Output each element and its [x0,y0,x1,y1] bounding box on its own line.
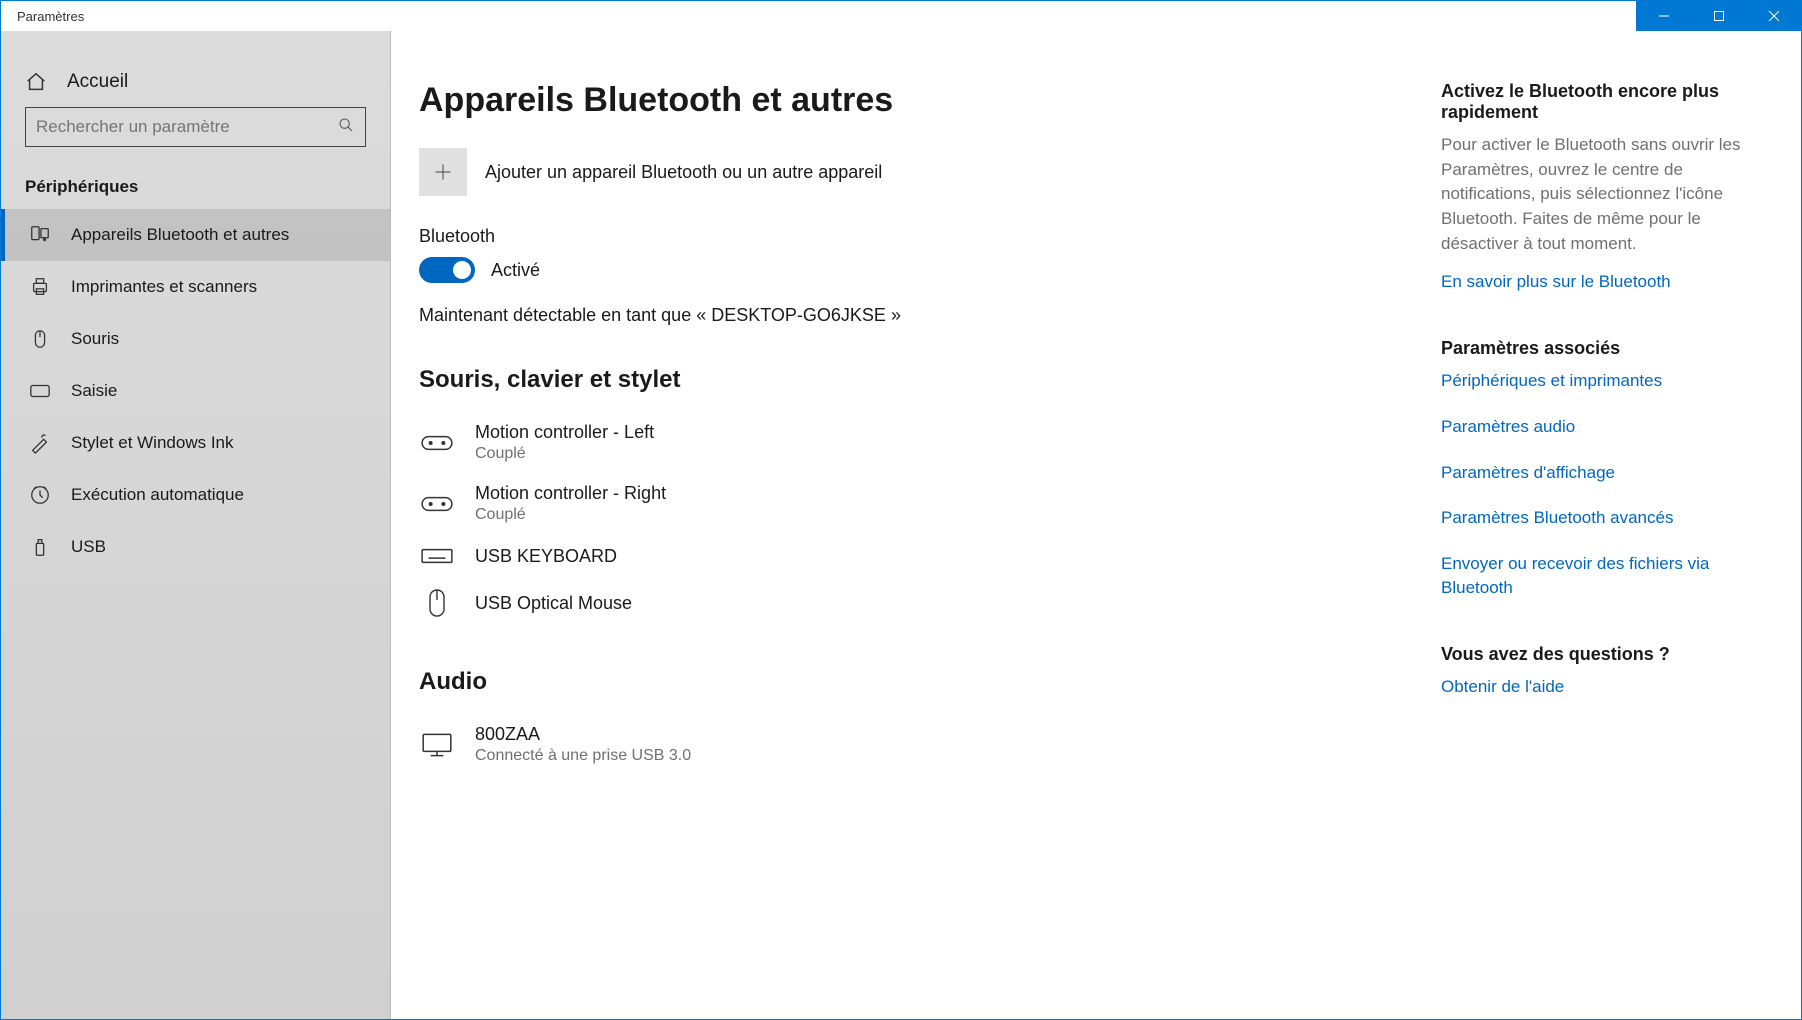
device-name: Motion controller - Right [475,483,666,504]
sidebar-item-4[interactable]: Stylet et Windows Ink [1,417,390,469]
window-title: Paramètres [1,9,84,24]
discoverable-text: Maintenant détectable en tant que « DESK… [419,305,1111,326]
audio-device-row[interactable]: 800ZAA Connecté à une prise USB 3.0 [419,714,1111,775]
tip-link[interactable]: En savoir plus sur le Bluetooth [1441,270,1761,294]
section-audio-heading: Audio [419,668,1111,696]
page-title: Appareils Bluetooth et autres [419,81,1111,120]
sidebar-item-label: Stylet et Windows Ink [71,433,234,453]
monitor-icon [419,731,455,759]
bluetooth-status: Activé [491,260,540,281]
device-row[interactable]: USB Optical Mouse [419,578,1111,628]
related-link-3[interactable]: Paramètres Bluetooth avancés [1441,506,1761,530]
tip-body: Pour activer le Bluetooth sans ouvrir le… [1441,133,1761,256]
help-link[interactable]: Obtenir de l'aide [1441,675,1761,699]
category-heading: Périphériques [1,165,390,209]
sidebar-item-icon [29,224,51,246]
device-row[interactable]: USB KEYBOARD [419,534,1111,578]
related-link-2[interactable]: Paramètres d'affichage [1441,461,1761,485]
sidebar-item-3[interactable]: Saisie [1,365,390,417]
sidebar-item-label: Exécution automatique [71,485,244,505]
related-link-1[interactable]: Paramètres audio [1441,415,1761,439]
sidebar-item-icon [29,536,51,558]
sidebar-item-icon [29,484,51,506]
device-status: Couplé [475,506,666,524]
help-heading: Vous avez des questions ? [1441,644,1761,665]
sidebar-item-0[interactable]: Appareils Bluetooth et autres [1,209,390,261]
tip-heading: Activez le Bluetooth encore plus rapidem… [1441,81,1761,123]
device-name: USB Optical Mouse [475,593,632,614]
search-input[interactable] [25,107,366,147]
device-name: 800ZAA [475,724,691,745]
mouse-icon [419,588,455,618]
sidebar-item-icon [29,276,51,298]
add-device-button[interactable] [419,148,467,196]
sidebar-item-label: Souris [71,329,119,349]
titlebar: Paramètres [1,1,1801,31]
section-mouse-keyboard-heading: Souris, clavier et stylet [419,366,1111,394]
sidebar-item-label: Saisie [71,381,117,401]
close-icon [1768,10,1780,22]
keyboard-icon [419,544,455,568]
sidebar-item-icon [29,380,51,402]
related-link-4[interactable]: Envoyer ou recevoir des fichiers via Blu… [1441,552,1761,600]
sidebar-item-label: USB [71,537,106,557]
sidebar-item-6[interactable]: USB [1,521,390,573]
home-label: Accueil [67,71,128,93]
related-link-0[interactable]: Périphériques et imprimantes [1441,369,1761,393]
device-name: USB KEYBOARD [475,546,617,567]
sidebar-item-2[interactable]: Souris [1,313,390,365]
sidebar-item-1[interactable]: Imprimantes et scanners [1,261,390,313]
related-heading: Paramètres associés [1441,338,1761,359]
device-status: Couplé [475,445,654,463]
search-icon [338,117,354,137]
plus-icon [433,162,453,182]
maximize-icon [1713,10,1725,22]
sidebar-item-icon [29,328,51,350]
bluetooth-toggle[interactable] [419,257,475,283]
minimize-button[interactable] [1636,1,1691,31]
gamepad-icon [419,431,455,455]
device-row[interactable]: Motion controller - Left Couplé [419,412,1111,473]
sidebar: Accueil Périphériques Appareils Bluetoot… [1,31,391,1019]
add-device-label: Ajouter un appareil Bluetooth ou un autr… [485,162,882,183]
sidebar-item-label: Imprimantes et scanners [71,277,257,297]
maximize-button[interactable] [1691,1,1746,31]
gamepad-icon [419,492,455,516]
device-status: Connecté à une prise USB 3.0 [475,747,691,765]
minimize-icon [1658,10,1670,22]
home-nav[interactable]: Accueil [1,57,390,107]
bluetooth-heading: Bluetooth [419,226,1111,247]
device-name: Motion controller - Left [475,422,654,443]
close-button[interactable] [1746,1,1801,31]
home-icon [25,71,47,93]
sidebar-item-icon [29,432,51,454]
sidebar-item-label: Appareils Bluetooth et autres [71,225,289,245]
device-row[interactable]: Motion controller - Right Couplé [419,473,1111,534]
add-device-row[interactable]: Ajouter un appareil Bluetooth ou un autr… [419,148,1111,196]
sidebar-item-5[interactable]: Exécution automatique [1,469,390,521]
